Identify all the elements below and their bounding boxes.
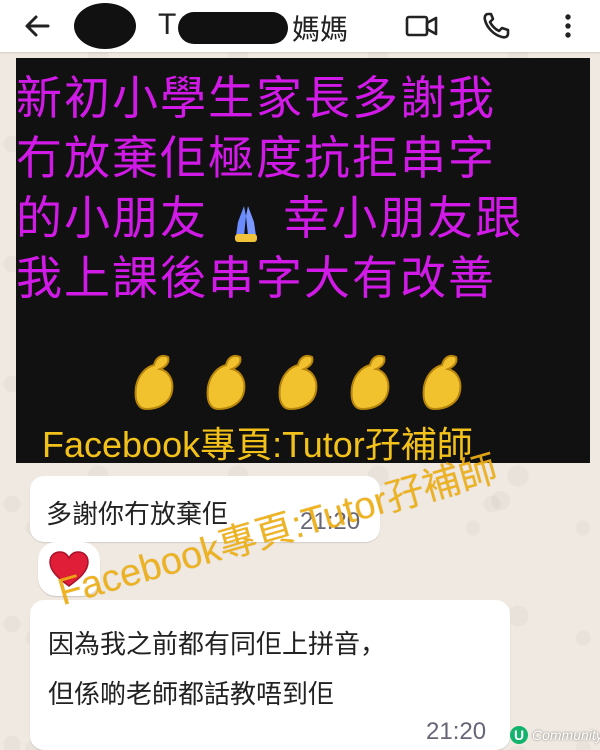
message-line-2: 但係啲老師都話教唔到佢	[48, 680, 335, 710]
community-text: Community	[532, 727, 600, 743]
avatar[interactable]	[74, 3, 136, 49]
chat-title[interactable]: T 媽媽	[158, 6, 388, 46]
video-call-button[interactable]	[402, 6, 442, 46]
poster-line-1: 新初小學生家長多謝我	[16, 71, 496, 125]
video-camera-icon	[405, 15, 438, 37]
poster-line-3b: 幸小朋友跟	[283, 191, 524, 245]
message-timestamp: 21:20	[426, 718, 487, 745]
folded-hands-icon	[234, 205, 257, 242]
voice-call-button[interactable]	[476, 6, 516, 46]
muscle-emoji-row	[126, 345, 486, 417]
flexed-biceps-icon	[278, 354, 318, 411]
poster-line-2: 冇放棄佢極度抗拒串字	[16, 131, 496, 185]
community-badge: U Community	[510, 724, 600, 746]
chat-title-end: 媽媽	[292, 13, 349, 46]
flexed-biceps-icon	[422, 354, 462, 411]
flexed-biceps-icon	[134, 354, 174, 411]
message-line-1: 因為我之前都有同佢上拼音，	[48, 630, 387, 660]
back-button[interactable]	[18, 8, 58, 44]
poster-line-3: 的小朋友 幸小朋友跟	[16, 188, 600, 248]
flexed-biceps-icon	[350, 354, 390, 411]
menu-button[interactable]	[548, 6, 588, 46]
poster-line-4: 我上課後串字大有改善	[16, 251, 496, 305]
chat-title-start: T	[158, 8, 177, 41]
phone-icon	[483, 12, 510, 39]
more-vertical-icon	[565, 14, 571, 38]
community-logo-icon: U	[510, 726, 528, 744]
back-arrow-icon	[25, 15, 50, 37]
message-bubble[interactable]: 因為我之前都有同佢上拼音， 但係啲老師都話教唔到佢 21:20	[30, 600, 510, 750]
poster-headline: 新初小學生家長多謝我 冇放棄佢極度抗拒串字 的小朋友 幸小朋友跟 我上課後串字大…	[16, 68, 600, 308]
chat-header: T 媽媽	[0, 0, 600, 52]
redaction-bar	[178, 12, 288, 44]
poster-line-3a: 的小朋友	[16, 191, 208, 245]
flexed-biceps-icon	[206, 354, 246, 411]
